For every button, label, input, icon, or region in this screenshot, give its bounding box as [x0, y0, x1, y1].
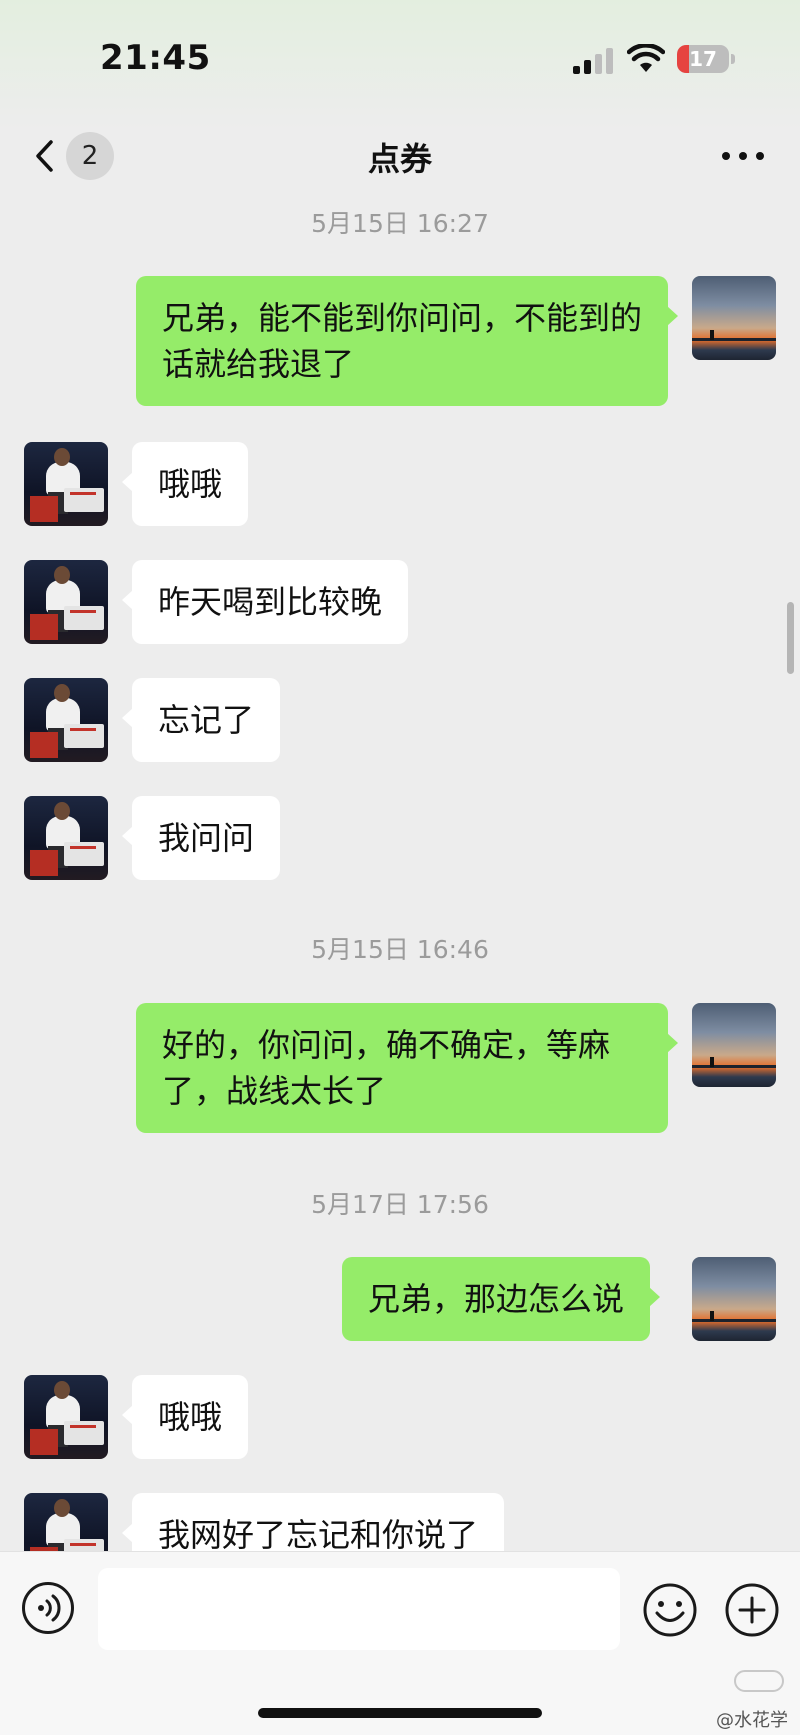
incoming-message-bubble[interactable]: 我问问 — [121, 796, 281, 880]
status-time: 21:45 — [100, 38, 211, 78]
incoming-message-bubble[interactable]: 哦哦 — [121, 442, 249, 526]
outgoing-message-bubble[interactable]: 好的，你问问，确不确定，等麻了，战线太长了 — [136, 1003, 678, 1133]
status-bar: 21:45 17 — [0, 0, 800, 120]
incoming-message-bubble[interactable]: 昨天喝到比较晚 — [121, 560, 409, 644]
plus-icon[interactable] — [724, 1582, 780, 1638]
outgoing-message-bubble[interactable]: 兄弟，能不能到你问问，不能到的话就给我退了 — [136, 276, 678, 406]
message-timestamp: 5月15日 16:27 — [311, 209, 489, 238]
incoming-message-bubble[interactable]: 哦哦 — [121, 1375, 249, 1459]
more-dots-icon[interactable] — [718, 144, 768, 168]
home-indicator[interactable] — [258, 1708, 542, 1718]
battery-indicator: 17 — [677, 45, 729, 73]
contact-avatar[interactable] — [24, 560, 108, 644]
message-input[interactable] — [98, 1568, 620, 1650]
my-avatar[interactable] — [692, 276, 776, 360]
chat-title: 点券 — [367, 140, 432, 178]
battery-tip — [731, 54, 735, 64]
contact-avatar[interactable] — [24, 678, 108, 762]
contact-avatar[interactable] — [24, 796, 108, 880]
input-bar: @水花学 — [0, 1551, 800, 1735]
emoji-icon[interactable] — [642, 1582, 698, 1638]
contact-avatar[interactable] — [24, 1375, 108, 1459]
scroll-indicator[interactable] — [787, 602, 794, 674]
chat-messages[interactable]: 5月15日 16:27 兄弟，能不能到你问问，不能到的话就给我退了 哦哦 昨天喝… — [0, 200, 800, 1551]
voice-icon[interactable] — [22, 1582, 74, 1634]
message-timestamp: 5月17日 17:56 — [311, 1190, 489, 1219]
nav-bar: 2 点券 — [0, 110, 800, 200]
outgoing-message-bubble[interactable]: 兄弟，那边怎么说 — [342, 1257, 661, 1341]
my-avatar[interactable] — [692, 1003, 776, 1087]
my-avatar[interactable] — [692, 1257, 776, 1341]
battery-level: 17 — [689, 47, 717, 71]
watermark-logo — [734, 1670, 784, 1692]
incoming-message-bubble[interactable]: 我网好了忘记和你说了 — [121, 1493, 505, 1551]
watermark-text: @水花学 — [716, 1710, 788, 1731]
cellular-signal-icon — [573, 48, 613, 74]
incoming-message-bubble[interactable]: 忘记了 — [121, 678, 281, 762]
contact-avatar[interactable] — [24, 1493, 108, 1551]
wifi-icon — [627, 44, 665, 72]
message-timestamp: 5月15日 16:46 — [311, 935, 489, 964]
contact-avatar[interactable] — [24, 442, 108, 526]
